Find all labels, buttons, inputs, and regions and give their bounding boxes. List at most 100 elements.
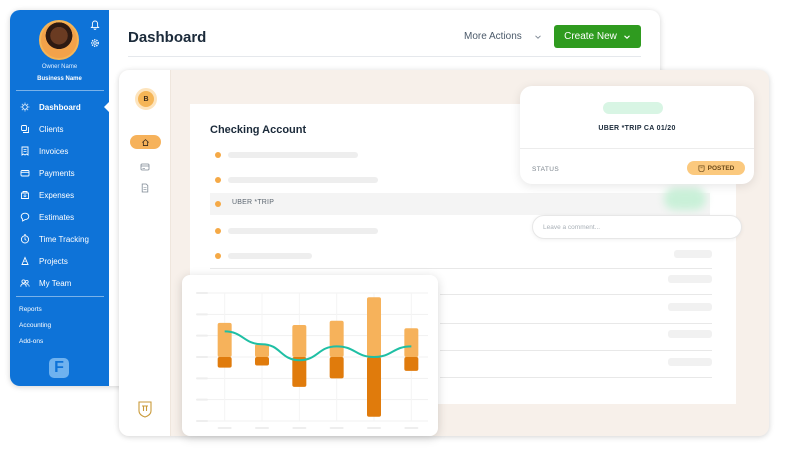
sidebar-item-invoices[interactable]: Invoices (10, 140, 109, 162)
expense-bar (217, 357, 232, 368)
sidebar-item-my-team[interactable]: My Team (10, 272, 109, 294)
cashflow-chart-card (182, 275, 438, 436)
transaction-row[interactable] (210, 245, 710, 267)
row-divider (440, 294, 712, 295)
gear-icon[interactable] (90, 38, 100, 48)
sidebar-item-clients[interactable]: Clients (10, 118, 109, 140)
x-tick-placeholder (217, 427, 232, 429)
amount-placeholder (674, 250, 712, 258)
comment-input[interactable] (543, 221, 733, 233)
detail-divider (520, 148, 754, 149)
sidebar-divider (16, 296, 104, 297)
create-new-button[interactable]: Create New (554, 25, 641, 48)
posted-icon (698, 165, 705, 172)
cashflow-chart (196, 292, 428, 429)
transaction-dot (215, 253, 221, 259)
document-icon[interactable] (140, 183, 150, 193)
y-tick-placeholder (196, 420, 208, 422)
home-icon (142, 138, 149, 146)
business-avatar[interactable]: B (135, 88, 157, 110)
estimates-icon (20, 212, 30, 222)
expense-bar (292, 357, 307, 387)
sidebar-item-payments[interactable]: Payments (10, 162, 109, 184)
placeholder-bar (228, 177, 378, 183)
card-icon[interactable] (140, 162, 150, 172)
projects-icon (21, 256, 29, 265)
y-tick-placeholder (196, 398, 208, 401)
transaction-dot (215, 201, 221, 207)
status-value: POSTED (707, 164, 735, 172)
team-icon (20, 279, 30, 287)
sidebar-divider (16, 90, 104, 91)
income-bar (367, 297, 381, 357)
amount-placeholder (668, 330, 712, 338)
transaction-dot (215, 152, 221, 158)
y-tick-placeholder (196, 356, 208, 358)
x-tick-placeholder (292, 427, 307, 429)
transaction-detail-card: UBER *TRIP CA 01/20 STATUS POSTED (520, 86, 754, 184)
expenses-icon (21, 191, 29, 199)
y-tick-placeholder (196, 292, 208, 294)
sidebar-item-label: Invoices (39, 146, 69, 156)
row-divider (440, 377, 712, 378)
income-bar (255, 344, 269, 357)
x-tick-placeholder (329, 427, 344, 429)
expense-bar (329, 357, 344, 379)
row-divider (440, 323, 712, 324)
more-actions-button[interactable]: More Actions (464, 31, 522, 42)
row-divider (440, 350, 712, 351)
sidebar: Owner Name Business Name Dashboard Clien… (10, 10, 109, 386)
expense-bar (255, 357, 269, 366)
amount-pill (603, 102, 663, 114)
owner-name: Owner Name (41, 64, 78, 70)
clients-icon (21, 125, 29, 133)
bell-icon[interactable] (90, 20, 100, 30)
income-bar (329, 320, 344, 357)
create-new-label: Create New (564, 31, 617, 42)
dashboard-icon (20, 102, 30, 112)
sidebar-item-dashboard[interactable]: Dashboard (10, 96, 109, 118)
comment-field[interactable] (532, 215, 742, 239)
sidebar-item-reports[interactable]: Reports (19, 302, 51, 318)
sidebar-item-projects[interactable]: Projects (10, 250, 109, 272)
sidebar-item-label: Expenses (39, 190, 75, 200)
sidebar-item-label: Payments (39, 168, 75, 178)
sidebar-sub-nav: Reports Accounting Add-ons (19, 302, 51, 350)
amount-placeholder (668, 275, 712, 283)
sidebar-item-add-ons[interactable]: Add-ons (19, 334, 51, 350)
transaction-row-selected[interactable]: UBER *TRIP (210, 193, 710, 215)
sidebar-item-expenses[interactable]: Expenses (10, 184, 109, 206)
sidebar-item-estimates[interactable]: Estimates (10, 206, 109, 228)
expense-bar (367, 357, 381, 417)
y-tick-placeholder (196, 377, 208, 380)
transaction-dot (215, 177, 221, 183)
clock-icon (20, 234, 30, 244)
page-title: Dashboard (128, 29, 207, 46)
business-name: Business Name (37, 76, 82, 82)
expense-bar (404, 357, 419, 371)
sidebar-item-time-tracking[interactable]: Time Tracking (10, 228, 109, 250)
sidebar-item-accounting[interactable]: Accounting (19, 318, 51, 334)
invoices-icon (21, 146, 29, 156)
checking-account-title: Checking Account (210, 124, 307, 136)
payments-icon (20, 170, 30, 177)
bank-logo-icon (138, 401, 152, 418)
transaction-name: UBER *TRIP (232, 199, 275, 206)
transaction-detail-title: UBER *TRIP CA 01/20 (598, 125, 676, 132)
sidebar-item-label: Estimates (39, 212, 75, 222)
placeholder-bar (228, 152, 358, 158)
sidebar-nav: Dashboard Clients Invoices Payments Expe… (10, 96, 109, 294)
sidebar-item-label: My Team (39, 278, 72, 288)
x-tick-placeholder (367, 427, 381, 429)
sidebar-item-label: Clients (39, 124, 64, 134)
home-nav-button[interactable] (130, 135, 161, 149)
sidebar-item-label: Dashboard (39, 102, 81, 112)
placeholder-bar (228, 228, 378, 234)
chevron-down-icon[interactable] (534, 33, 542, 41)
status-label: STATUS (532, 166, 560, 173)
header-divider (128, 56, 641, 57)
placeholder-bar (228, 253, 312, 259)
x-tick-placeholder (255, 427, 269, 429)
transaction-dot (215, 228, 221, 234)
owner-avatar[interactable] (39, 20, 79, 60)
